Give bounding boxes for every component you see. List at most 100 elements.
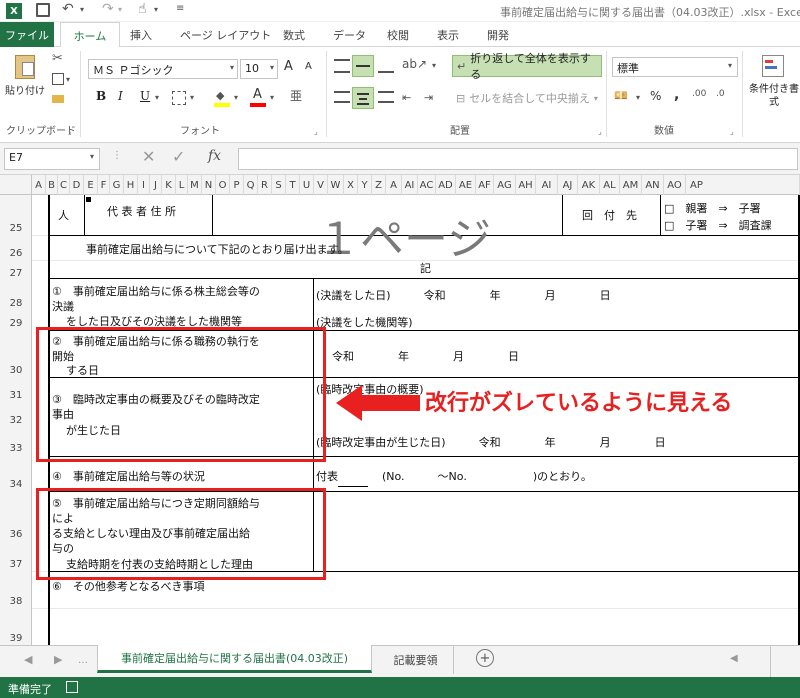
col-header[interactable]: R bbox=[258, 175, 272, 195]
save-icon[interactable] bbox=[36, 3, 50, 17]
cut-icon[interactable]: ✂ bbox=[52, 51, 63, 66]
col-header[interactable]: P bbox=[230, 175, 244, 195]
col-header[interactable]: O bbox=[216, 175, 230, 195]
underline-button[interactable]: U bbox=[140, 89, 150, 103]
row-header[interactable]: 38 bbox=[0, 571, 32, 608]
format-painter-icon[interactable] bbox=[52, 95, 64, 103]
col-header[interactable]: E bbox=[84, 175, 98, 195]
font-name-combo[interactable]: ＭＳ Ｐゴシック bbox=[88, 59, 238, 79]
tab-review[interactable]: 校閲 bbox=[387, 27, 409, 43]
col-header[interactable]: A bbox=[32, 175, 46, 195]
align-top-icon[interactable] bbox=[334, 59, 350, 73]
cancel-icon[interactable]: ✕ bbox=[142, 147, 155, 166]
number-format-dropdown-icon[interactable]: ▾ bbox=[728, 61, 732, 70]
row-header[interactable]: 33 bbox=[0, 427, 32, 455]
customize-qat-icon[interactable]: ≡ bbox=[176, 3, 184, 14]
name-box-dropdown-icon[interactable]: ▾ bbox=[90, 152, 94, 161]
sheet-list-icon[interactable]: … bbox=[78, 655, 88, 666]
col-header[interactable]: X bbox=[344, 175, 358, 195]
col-header[interactable]: J bbox=[150, 175, 162, 195]
formula-input[interactable] bbox=[238, 148, 798, 170]
tab-developer[interactable]: 開発 bbox=[487, 27, 509, 43]
tab-data[interactable]: データ bbox=[333, 27, 366, 43]
row-header[interactable]: 25 bbox=[0, 195, 32, 235]
row-header[interactable]: 27 bbox=[0, 260, 32, 280]
col-header[interactable]: D bbox=[70, 175, 84, 195]
add-sheet-icon[interactable]: + bbox=[476, 649, 494, 667]
col-header[interactable]: AD bbox=[436, 175, 456, 195]
col-header[interactable]: F bbox=[98, 175, 110, 195]
tab-view[interactable]: 表示 bbox=[437, 27, 459, 43]
col-header[interactable]: AE bbox=[456, 175, 476, 195]
currency-icon[interactable]: 💴 bbox=[614, 89, 628, 102]
macro-record-icon[interactable] bbox=[66, 681, 78, 693]
row-header[interactable]: 34 bbox=[0, 455, 32, 491]
orientation-icon[interactable]: ab↗ bbox=[402, 57, 427, 71]
col-header[interactable]: V bbox=[314, 175, 328, 195]
font-launcher-icon[interactable]: ⌟ bbox=[314, 127, 318, 136]
col-header[interactable]: G bbox=[110, 175, 124, 195]
h-scroll-left-icon[interactable]: ◀ bbox=[730, 653, 738, 664]
col-header[interactable]: S bbox=[272, 175, 286, 195]
tab-file[interactable]: ファイル bbox=[0, 22, 54, 47]
tab-page-layout[interactable]: ページ レイアウト bbox=[180, 27, 271, 43]
row-header[interactable]: 31 bbox=[0, 377, 32, 402]
col-header[interactable]: W bbox=[328, 175, 344, 195]
name-box[interactable]: E7 bbox=[4, 148, 100, 170]
number-launcher-icon[interactable]: ⌟ bbox=[730, 127, 734, 136]
font-color-button[interactable]: A bbox=[250, 87, 268, 107]
col-header[interactable]: B bbox=[46, 175, 58, 195]
paste-button[interactable]: 貼り付け bbox=[4, 51, 46, 101]
col-header[interactable]: AI bbox=[536, 175, 558, 195]
col-header[interactable]: I bbox=[138, 175, 150, 195]
undo-icon[interactable]: ↶ bbox=[62, 1, 74, 17]
col-header[interactable]: M bbox=[188, 175, 202, 195]
increase-decimal-icon[interactable]: .00 bbox=[692, 89, 706, 99]
decrease-indent-icon[interactable]: ⇤ bbox=[402, 91, 411, 104]
borders-icon[interactable] bbox=[172, 91, 186, 105]
redo-icon[interactable]: ↷ bbox=[102, 1, 114, 17]
enter-icon[interactable]: ✓ bbox=[172, 147, 185, 166]
col-header[interactable]: AI bbox=[402, 175, 418, 195]
align-right-icon[interactable] bbox=[378, 91, 394, 103]
col-header[interactable]: C bbox=[58, 175, 70, 195]
col-header[interactable]: AN bbox=[642, 175, 664, 195]
col-header[interactable]: AL bbox=[600, 175, 620, 195]
h-scrollbar[interactable] bbox=[770, 646, 800, 677]
col-header[interactable]: Y bbox=[358, 175, 372, 195]
row-header[interactable]: 28 bbox=[0, 280, 32, 310]
col-header[interactable]: Q bbox=[244, 175, 258, 195]
tab-insert[interactable]: 挿入 bbox=[130, 27, 152, 43]
font-size-dropdown-icon[interactable]: ▾ bbox=[270, 63, 274, 72]
conditional-format-button[interactable]: 条件付き書式 bbox=[748, 53, 799, 115]
orientation-dropdown-icon[interactable]: ▾ bbox=[432, 61, 436, 70]
select-all-corner[interactable] bbox=[0, 175, 32, 195]
col-header[interactable]: N bbox=[202, 175, 216, 195]
row-header[interactable]: 26 bbox=[0, 235, 32, 260]
col-header[interactable]: AJ bbox=[558, 175, 578, 195]
decrease-decimal-icon[interactable]: .0 bbox=[716, 89, 725, 99]
row-header[interactable]: 37 bbox=[0, 541, 32, 571]
percent-button[interactable]: % bbox=[650, 89, 661, 103]
col-header[interactable]: AH bbox=[516, 175, 536, 195]
row-header[interactable]: 29 bbox=[0, 310, 32, 330]
currency-dropdown-icon[interactable]: ▾ bbox=[636, 93, 640, 102]
bold-button[interactable]: B bbox=[96, 89, 106, 103]
tab-home[interactable]: ホーム bbox=[60, 22, 120, 48]
sheet-grid[interactable]: 人 代 表 者 住 所 回 付 先 □ 親署 ⇒ 子署 □ 子署 ⇒ 調査課 １… bbox=[32, 195, 800, 645]
col-header[interactable]: H bbox=[124, 175, 138, 195]
italic-button[interactable]: I bbox=[118, 89, 123, 103]
touch-dropdown-icon[interactable]: ▾ bbox=[154, 5, 158, 14]
font-name-dropdown-icon[interactable]: ▾ bbox=[230, 63, 234, 72]
comma-button[interactable]: , bbox=[674, 87, 679, 103]
col-header[interactable]: L bbox=[176, 175, 188, 195]
borders-dropdown-icon[interactable]: ▾ bbox=[190, 93, 194, 102]
col-header[interactable]: A bbox=[386, 175, 402, 195]
fill-dropdown-icon[interactable]: ▾ bbox=[234, 93, 238, 102]
tab-formulas[interactable]: 数式 bbox=[283, 27, 305, 43]
col-header[interactable]: AM bbox=[620, 175, 642, 195]
sheet-tab[interactable]: 記載要領 bbox=[378, 646, 454, 674]
row-header[interactable]: 32 bbox=[0, 402, 32, 427]
col-header[interactable]: AK bbox=[578, 175, 600, 195]
wrap-text-button[interactable]: ↵ 折り返して全体を表示する bbox=[452, 52, 602, 81]
